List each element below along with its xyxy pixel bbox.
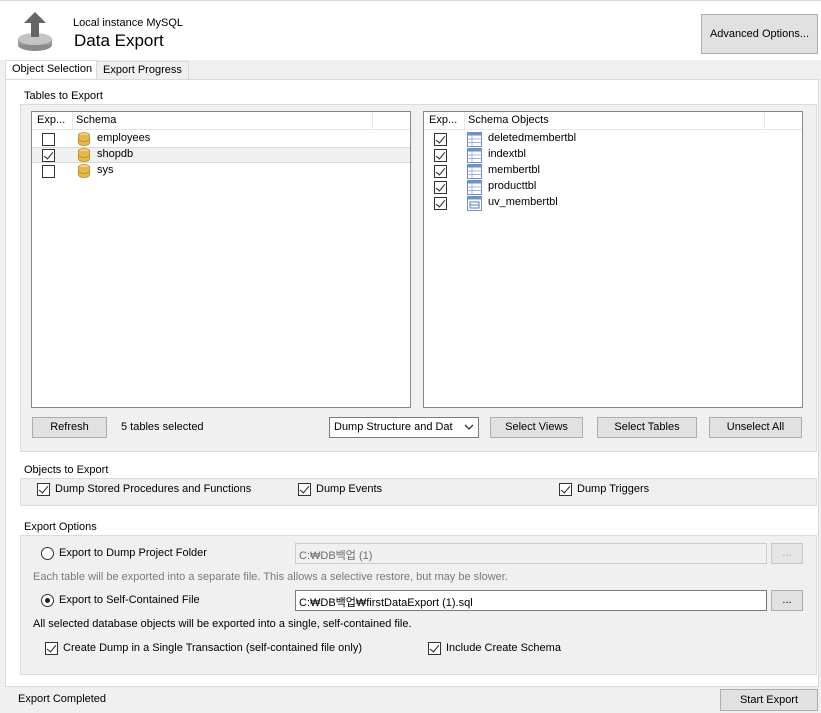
objects-to-export-label: Objects to Export [24,464,109,476]
advanced-options-button[interactable]: Advanced Options... [701,14,818,54]
chevron-down-icon [464,424,474,430]
schema-column-header[interactable]: Schema [76,114,116,126]
object-checkbox[interactable] [434,197,447,210]
dump-folder-radio[interactable] [41,547,54,560]
self-contained-label: Export to Self-Contained File [59,594,200,606]
table-icon [467,148,482,163]
export-options-label: Export Options [24,521,97,533]
object-checkbox[interactable] [434,149,447,162]
table-icon [467,132,482,147]
object-row-membertbl[interactable]: membertbl [424,163,802,179]
schema-name: employees [97,132,151,144]
self-contained-browse-button[interactable]: ... [771,590,803,611]
page-title: Data Export [74,31,164,50]
unselect-all-button[interactable]: Unselect All [709,417,802,438]
table-icon [467,164,482,179]
object-name: membertbl [488,164,540,176]
dump-folder-label: Export to Dump Project Folder [59,547,207,559]
schema-objects-header: Exp... Schema Objects [424,112,802,130]
schema-name: shopdb [97,148,134,160]
single-transaction-checkbox[interactable] [45,642,58,655]
tab-object-selection[interactable]: Object Selection [5,60,100,81]
view-icon [467,196,482,211]
table-icon [467,180,482,195]
object-name: indextbl [488,148,526,160]
selected-count-label: 5 tables selected [121,421,204,433]
self-contained-path-input[interactable]: C:₩DB백업₩firstDataExport (1).sql [295,590,767,611]
include-create-schema-checkbox[interactable] [428,642,441,655]
schema-objects-list[interactable]: Exp... Schema Objects deletedmembertbl i… [423,111,803,408]
header-banner: Local instance MySQL Data Export Advance… [0,0,821,60]
include-create-schema-label: Include Create Schema [446,642,561,654]
schema-row-employees[interactable]: employees [32,131,410,147]
object-row-producttbl[interactable]: producttbl [424,179,802,195]
dump-mode-value: Dump Structure and Dat [334,421,453,433]
object-name: producttbl [488,180,537,192]
dump-routines-checkbox[interactable] [37,483,50,496]
dump-folder-browse-button[interactable]: ... [771,543,803,564]
self-contained-hint: All selected database objects will be ex… [33,618,412,630]
select-views-button[interactable]: Select Views [490,417,583,438]
schema-row-sys[interactable]: sys [32,163,410,179]
object-name: uv_membertbl [488,196,558,208]
schema-checkbox[interactable] [42,133,55,146]
start-export-button[interactable]: Start Export [720,689,818,711]
schema-checkbox[interactable] [42,165,55,178]
database-icon [78,164,90,178]
object-row-indextbl[interactable]: indextbl [424,147,802,163]
select-tables-button[interactable]: Select Tables [597,417,697,438]
tab-export-progress[interactable]: Export Progress [96,61,189,80]
object-row-deletedmembertbl[interactable]: deletedmembertbl [424,131,802,147]
object-checkbox[interactable] [434,133,447,146]
dump-folder-path-input[interactable]: C:₩DB백업 (1) [295,543,767,564]
schema-name: sys [97,164,114,176]
export-column-header[interactable]: Exp... [429,114,457,126]
object-checkbox[interactable] [434,181,447,194]
export-column-header[interactable]: Exp... [37,114,65,126]
schema-objects-column-header[interactable]: Schema Objects [468,114,549,126]
object-name: deletedmembertbl [488,132,577,144]
single-transaction-label: Create Dump in a Single Transaction (sel… [63,642,362,654]
schema-list-header: Exp... Schema [32,112,410,130]
dump-routines-label: Dump Stored Procedures and Functions [55,483,252,495]
dump-events-label: Dump Events [316,483,383,495]
schema-checkbox[interactable] [42,149,55,162]
database-icon [78,132,90,146]
dump-events-checkbox[interactable] [298,483,311,496]
instance-subtitle: Local instance MySQL [73,17,184,29]
self-contained-radio[interactable] [41,594,54,607]
object-checkbox[interactable] [434,165,447,178]
dump-folder-hint: Each table will be exported into a separ… [33,571,508,583]
tables-to-export-label: Tables to Export [24,90,103,102]
database-icon [78,148,90,162]
dump-triggers-label: Dump Triggers [577,483,650,495]
schema-row-shopdb[interactable]: shopdb [32,147,410,163]
dump-mode-select[interactable]: Dump Structure and Dat [329,417,479,438]
export-arrow-icon [18,12,52,51]
export-status-label: Export Completed [18,693,107,705]
refresh-button[interactable]: Refresh [32,417,107,438]
object-row-uv-membertbl[interactable]: uv_membertbl [424,195,802,211]
schema-list[interactable]: Exp... Schema employees shopdb sys [31,111,411,408]
dump-triggers-checkbox[interactable] [559,483,572,496]
